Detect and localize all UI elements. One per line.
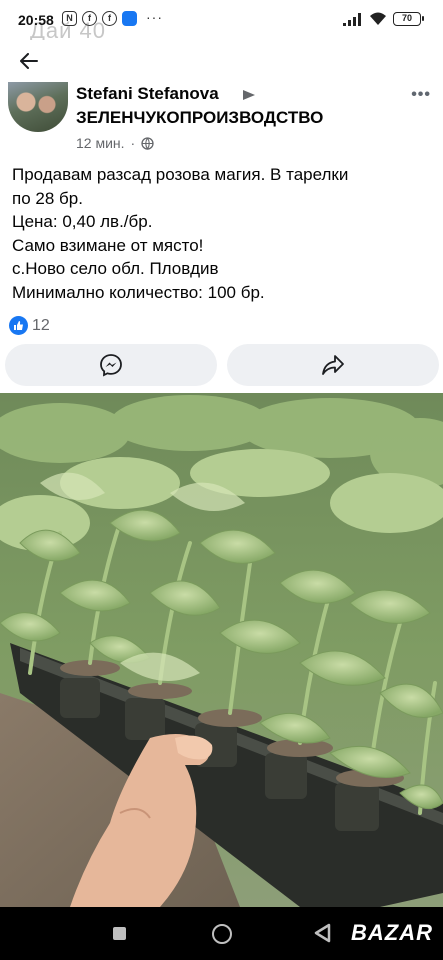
more-notifications-icon: ··· — [146, 9, 163, 25]
status-time: 20:58 — [18, 12, 54, 28]
share-icon — [322, 355, 344, 375]
top-bar — [0, 40, 443, 82]
post-line: Продавам разсад розова магия. В тарелки — [12, 165, 349, 184]
wifi-icon — [370, 12, 386, 25]
notification-icons: N f f — [62, 11, 137, 26]
group-name[interactable]: ЗЕЛЕНЧУКОПРОИЗВОДСТВО — [76, 108, 323, 128]
post-meta: 12 мин. · — [76, 135, 154, 151]
messenger-notification-icon — [122, 11, 137, 26]
post-line: Цена: 0,40 лв./бр. — [12, 212, 153, 231]
dot-separator: · — [130, 135, 136, 151]
send-message-button[interactable] — [5, 344, 217, 386]
bazar-watermark: BAZAR — [351, 920, 433, 945]
reaction-summary[interactable]: 12 — [9, 316, 50, 335]
facebook-notification-icon: f — [82, 11, 97, 26]
globe-icon — [141, 136, 154, 150]
status-bar: Дай 40 20:58 N f f ··· 70 — [0, 0, 443, 43]
arrow-right-icon — [243, 90, 255, 100]
system-nav-bar: BAZAR — [0, 907, 443, 960]
post-line: Минимално количество: 100 бр. — [12, 282, 265, 302]
signal-icon — [343, 12, 361, 26]
more-options-button[interactable]: ••• — [411, 86, 431, 104]
avatar[interactable] — [8, 82, 68, 132]
like-icon — [9, 316, 28, 335]
post-actions — [5, 344, 439, 386]
post-photo[interactable] — [0, 393, 443, 907]
messenger-icon — [100, 354, 122, 377]
post-time[interactable]: 12 мин. — [76, 135, 125, 151]
reaction-count: 12 — [32, 316, 50, 334]
arrow-left-icon — [20, 53, 38, 69]
status-right: 70 — [343, 12, 424, 26]
notification-app-icon: N — [62, 11, 77, 26]
author-name[interactable]: Stefani Stefanova — [76, 84, 219, 104]
seedlings-photo — [0, 393, 443, 907]
post-line: по 28 бр. — [12, 188, 83, 208]
share-button[interactable] — [227, 344, 439, 386]
back-button[interactable] — [14, 46, 44, 76]
facebook-notification-icon: f — [102, 11, 117, 26]
recent-apps-button[interactable] — [113, 927, 126, 940]
back-triangle-icon[interactable] — [313, 923, 331, 943]
post-text: Продавам разсад розова магия. В тарелки … — [12, 163, 432, 304]
post-line: Само взимане от място! — [12, 235, 204, 255]
post-line: с.Ново село обл. Пловдив — [12, 259, 219, 278]
home-button[interactable] — [212, 924, 232, 944]
battery-icon: 70 — [393, 12, 424, 26]
post-header: Stefani Stefanova ЗЕЛЕНЧУКОПРОИЗВОДСТВО … — [0, 82, 443, 154]
